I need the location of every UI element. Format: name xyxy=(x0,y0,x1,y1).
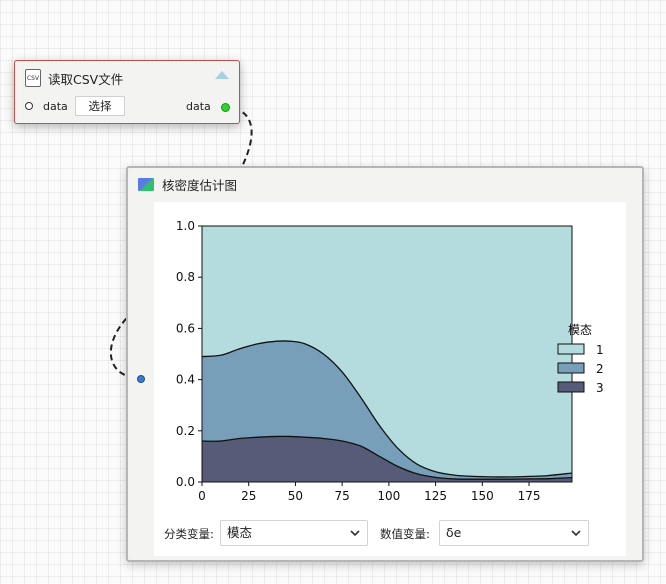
csv-file-icon: CSV xyxy=(25,69,41,87)
x-tick-label: 0 xyxy=(198,489,206,503)
category-variable-label: 分类变量: xyxy=(164,527,214,541)
csv-node-title: 读取CSV文件 xyxy=(48,71,124,87)
y-tick-label: 0.6 xyxy=(176,321,195,335)
legend-swatch-1 xyxy=(557,343,585,355)
legend-swatch-3 xyxy=(557,381,585,393)
x-tick-label: 150 xyxy=(471,489,494,503)
legend-label-1: 1 xyxy=(596,343,604,357)
csv-reader-node[interactable]: CSV 读取CSV文件 data 选择 data xyxy=(14,60,240,124)
y-tick-label: 0.2 xyxy=(176,424,195,438)
x-tick-label: 50 xyxy=(288,489,303,503)
collapse-triangle-icon[interactable] xyxy=(215,71,229,79)
plot-area: 0.0 0.2 0.4 0.6 0.8 1.0 0 25 50 75 100 125 150 175 模态 1… xyxy=(154,202,626,556)
chevron-down-icon xyxy=(571,530,581,537)
plot-controls: 分类变量: 模态 数值变量: δe xyxy=(164,520,616,546)
numeric-variable-label: 数值变量: xyxy=(380,527,430,541)
y-tick-label: 1.0 xyxy=(176,219,195,233)
x-tick-label: 175 xyxy=(518,489,541,503)
kde-node-title: 核密度估计图 xyxy=(162,177,238,193)
x-tick-label: 100 xyxy=(377,489,400,503)
legend-title: 模态 xyxy=(568,323,592,337)
y-tick-label: 0.4 xyxy=(176,373,195,387)
y-tick-label: 0.0 xyxy=(176,475,195,489)
legend-label-2: 2 xyxy=(596,362,604,376)
category-variable-value: 模态 xyxy=(227,525,253,540)
csv-output-port[interactable] xyxy=(221,103,230,112)
kde-node-header[interactable]: 核密度估计图 xyxy=(138,174,237,194)
chevron-down-icon xyxy=(350,530,360,537)
x-tick-label: 75 xyxy=(335,489,350,503)
x-tick-label: 125 xyxy=(424,489,447,503)
csv-output-port-label: data xyxy=(186,100,211,113)
kde-plot-node[interactable]: 核密度估计图 0.0 0.2 0.4 0.6 0.8 1.0 0 25 50 75 100 125 15… xyxy=(126,166,644,562)
kde-input-port[interactable] xyxy=(137,375,145,383)
legend-label-3: 3 xyxy=(596,381,604,395)
legend-swatch-2 xyxy=(557,362,585,374)
csv-input-port[interactable] xyxy=(25,102,33,110)
category-variable-select[interactable]: 模态 xyxy=(220,520,368,546)
kde-chart: 0.0 0.2 0.4 0.6 0.8 1.0 0 25 50 75 100 125 150 175 模态 1… xyxy=(176,219,604,503)
select-file-button[interactable]: 选择 xyxy=(75,96,125,116)
y-tick-label: 0.8 xyxy=(176,270,195,284)
csv-node-header[interactable]: CSV 读取CSV文件 xyxy=(25,67,123,89)
numeric-variable-value: δe xyxy=(446,525,462,540)
csv-input-port-label: data xyxy=(43,100,68,113)
numeric-variable-select[interactable]: δe xyxy=(439,520,589,546)
chart-icon xyxy=(138,177,154,191)
x-tick-label: 25 xyxy=(241,489,256,503)
